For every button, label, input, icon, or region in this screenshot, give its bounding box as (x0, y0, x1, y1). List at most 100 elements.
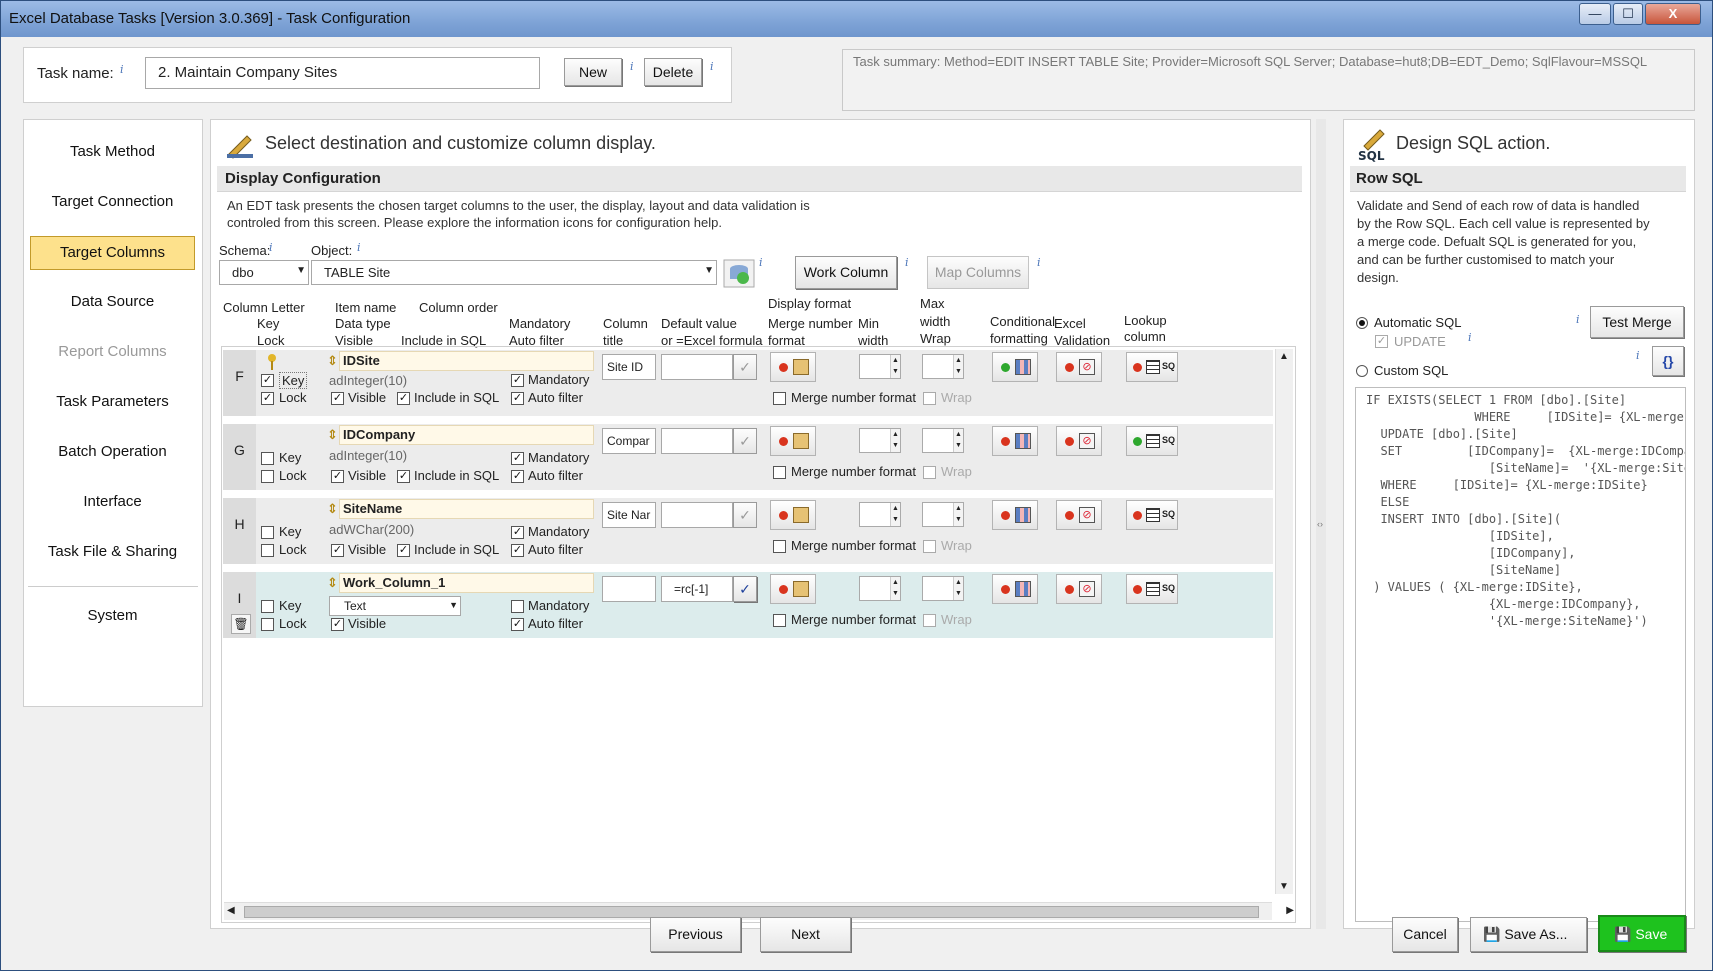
validate-formula-button[interactable]: ✓ (733, 428, 757, 454)
max-width-spinner[interactable]: ▲ ▼ (922, 502, 964, 527)
info-icon[interactable]: i (759, 256, 763, 269)
merge-format-checkbox[interactable] (773, 540, 786, 553)
lock-checkbox[interactable] (261, 470, 274, 483)
custom-sql-radio[interactable] (1356, 365, 1368, 377)
horizontal-scrollbar[interactable]: ◀ ▶ (224, 902, 1294, 920)
sql-editor[interactable]: IF EXISTS(SELECT 1 FROM [dbo].[Site] WHE… (1355, 387, 1686, 922)
info-icon[interactable]: i (1468, 331, 1472, 344)
automatic-sql-radio[interactable] (1356, 317, 1368, 329)
conditional-formatting-button[interactable] (992, 352, 1038, 382)
lookup-column-button[interactable]: SQ (1126, 426, 1178, 456)
scroll-right-icon[interactable]: ▶ (1286, 905, 1294, 916)
mandatory-checkbox[interactable]: ✓ (511, 526, 524, 539)
previous-button[interactable]: Previous (650, 917, 741, 952)
map-columns-button[interactable]: Map Columns (927, 256, 1029, 289)
info-icon[interactable]: i (710, 60, 714, 73)
work-column-button[interactable]: Work Column (795, 256, 897, 289)
close-button[interactable]: X (1645, 3, 1701, 25)
column-title-input[interactable]: Site Nar (602, 502, 656, 528)
display-format-button[interactable] (770, 500, 816, 530)
validate-formula-button[interactable]: ✓ (733, 354, 757, 380)
info-icon[interactable]: i (1636, 349, 1640, 362)
nav-system[interactable]: System (30, 600, 195, 634)
min-width-spinner[interactable]: ▲ ▼ (859, 502, 901, 527)
merge-code-button[interactable]: {} (1652, 346, 1684, 376)
lock-checkbox[interactable] (261, 618, 274, 631)
lock-checkbox[interactable] (261, 544, 274, 557)
nav-data-source[interactable]: Data Source (30, 286, 195, 320)
display-format-button[interactable] (770, 574, 816, 604)
update-checkbox[interactable]: ✓ (1375, 335, 1388, 348)
panel-splitter[interactable]: ‹› (1316, 119, 1326, 929)
auto-filter-checkbox[interactable]: ✓ (511, 544, 524, 557)
delete-button[interactable]: Delete (644, 58, 702, 86)
merge-format-checkbox[interactable] (773, 614, 786, 627)
schema-select[interactable]: dbo ▼ (219, 260, 309, 285)
save-as-button[interactable]: 💾 Save As... (1470, 917, 1587, 952)
spinner-arrows-icon[interactable]: ▲ ▼ (890, 577, 900, 600)
next-button[interactable]: Next (760, 917, 851, 952)
spinner-arrows-icon[interactable]: ▲ ▼ (890, 503, 900, 526)
new-button[interactable]: New (564, 58, 622, 86)
conditional-formatting-button[interactable] (992, 426, 1038, 456)
merge-format-checkbox[interactable] (773, 466, 786, 479)
spinner-arrows-icon[interactable]: ▲ ▼ (890, 429, 900, 452)
reorder-icon[interactable]: ⇕ (327, 501, 338, 517)
info-icon[interactable]: i (357, 241, 361, 254)
merge-format-checkbox[interactable] (773, 392, 786, 405)
excel-validation-button[interactable]: ⊘ (1056, 352, 1102, 382)
column-title-input[interactable]: Site ID (602, 354, 656, 380)
cancel-button[interactable]: Cancel (1392, 917, 1458, 952)
save-button[interactable]: 💾 Save (1598, 915, 1686, 952)
test-merge-button[interactable]: Test Merge (1590, 306, 1684, 338)
display-format-button[interactable] (770, 426, 816, 456)
nav-batch-operation[interactable]: Batch Operation (30, 436, 195, 470)
vertical-scrollbar[interactable]: ▲ ▼ (1275, 349, 1293, 894)
item-name-input[interactable]: IDCompany (339, 425, 594, 445)
lookup-column-button[interactable]: SQ (1126, 574, 1178, 604)
visible-checkbox[interactable]: ✓ (331, 470, 344, 483)
wrap-checkbox[interactable] (923, 392, 936, 405)
info-icon[interactable]: i (630, 60, 634, 73)
mandatory-checkbox[interactable]: ✓ (511, 374, 524, 387)
info-icon[interactable]: i (905, 256, 909, 269)
default-value-input[interactable]: =rc[-1] (661, 576, 733, 602)
conditional-formatting-button[interactable] (992, 500, 1038, 530)
nav-target-columns[interactable]: Target Columns (30, 236, 195, 270)
spinner-arrows-icon[interactable]: ▲ ▼ (953, 503, 963, 526)
nav-task-file-sharing[interactable]: Task File & Sharing (30, 536, 195, 570)
reorder-icon[interactable]: ⇕ (327, 427, 338, 443)
scroll-left-icon[interactable]: ◀ (227, 905, 235, 916)
scroll-thumb[interactable] (244, 906, 1259, 918)
wrap-checkbox[interactable] (923, 540, 936, 553)
mandatory-checkbox[interactable] (511, 600, 524, 613)
visible-checkbox[interactable]: ✓ (331, 544, 344, 557)
excel-validation-button[interactable]: ⊘ (1056, 574, 1102, 604)
nav-task-parameters[interactable]: Task Parameters (30, 386, 195, 420)
visible-checkbox[interactable]: ✓ (331, 392, 344, 405)
validate-formula-button[interactable]: ✓ (733, 576, 757, 602)
maximize-button[interactable]: ☐ (1613, 3, 1643, 25)
nav-target-connection[interactable]: Target Connection (30, 186, 195, 220)
key-checkbox[interactable]: ✓ (261, 374, 274, 387)
default-value-input[interactable] (661, 354, 733, 380)
nav-report-columns[interactable]: Report Columns (30, 336, 195, 370)
include-sql-checkbox[interactable]: ✓ (397, 392, 410, 405)
max-width-spinner[interactable]: ▲ ▼ (922, 576, 964, 601)
max-width-spinner[interactable]: ▲ ▼ (922, 428, 964, 453)
info-icon[interactable]: i (120, 63, 124, 76)
default-value-input[interactable] (661, 428, 733, 454)
key-checkbox[interactable] (261, 452, 274, 465)
conditional-formatting-button[interactable] (992, 574, 1038, 604)
lock-checkbox[interactable]: ✓ (261, 392, 274, 405)
scroll-up-icon[interactable]: ▲ (1279, 351, 1289, 362)
max-width-spinner[interactable]: ▲ ▼ (922, 354, 964, 379)
excel-validation-button[interactable]: ⊘ (1056, 500, 1102, 530)
default-value-input[interactable] (661, 502, 733, 528)
spinner-arrows-icon[interactable]: ▲ ▼ (953, 429, 963, 452)
minimize-button[interactable]: — (1579, 3, 1611, 25)
refresh-icon[interactable] (723, 259, 755, 288)
lookup-column-button[interactable]: SQ (1126, 500, 1178, 530)
item-name-input[interactable]: SiteName (339, 499, 594, 519)
task-name-input[interactable]: 2. Maintain Company Sites (145, 57, 540, 89)
